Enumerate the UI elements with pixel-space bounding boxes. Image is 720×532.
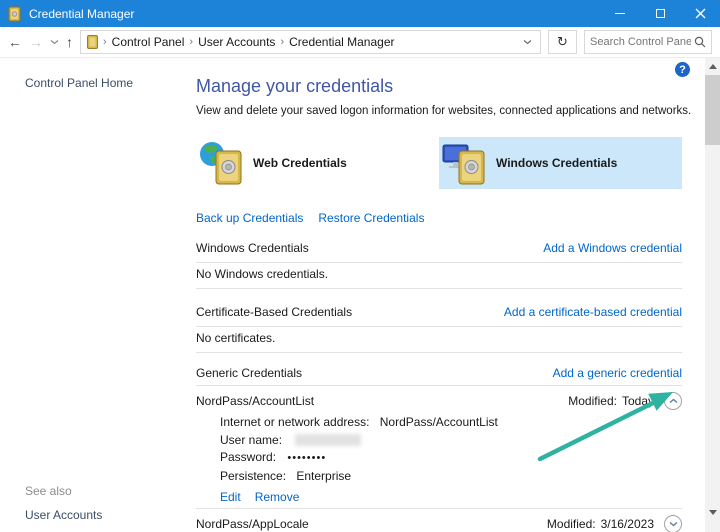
tile-label: Windows Credentials [496, 156, 617, 170]
section-title: Generic Credentials [196, 366, 302, 380]
tab-web-credentials[interactable]: Web Credentials [196, 137, 439, 189]
certificate-credentials-empty-text: No certificates. [196, 327, 682, 353]
credential-row-nordpass-accountlist[interactable]: NordPass/AccountList Modified: Today [196, 386, 682, 414]
credential-manager-window: Credential Manager ← → ↑ › [0, 0, 720, 532]
credential-name: NordPass/AppLocale [196, 517, 547, 531]
chevron-down-icon [523, 39, 532, 45]
maximize-button[interactable] [640, 0, 680, 27]
breadcrumb-item-user-accounts[interactable]: User Accounts [198, 35, 275, 49]
recent-locations-chevron-icon[interactable] [50, 39, 59, 45]
scrollbar-thumb[interactable] [705, 75, 720, 145]
credential-manager-icon [87, 35, 98, 49]
maximize-icon [656, 9, 665, 18]
main-content: Manage your credentials View and delete … [196, 58, 682, 532]
back-button[interactable]: ← [8, 35, 22, 49]
close-icon [695, 8, 706, 19]
modified-value: 3/16/2023 [601, 517, 654, 531]
scrollbar-down-button[interactable] [705, 505, 720, 520]
triangle-down-icon [709, 510, 717, 515]
section-title: Certificate-Based Credentials [196, 305, 352, 319]
breadcrumb-separator-icon: › [189, 36, 193, 48]
credential-row-nordpass-applocale[interactable]: NordPass/AppLocale Modified: 3/16/2023 [196, 509, 682, 532]
credential-modified: Modified: Today [568, 394, 654, 408]
add-generic-credential-link[interactable]: Add a generic credential [553, 366, 682, 380]
password-masked-value: •••••••• [287, 452, 326, 464]
page-description: View and delete your saved logon informa… [196, 104, 682, 119]
breadcrumb-separator-icon: › [280, 36, 284, 48]
close-button[interactable] [680, 0, 720, 27]
forward-button[interactable]: → [29, 35, 43, 49]
persistence-value: Enterprise [296, 469, 351, 483]
username-label: User name: [220, 433, 282, 447]
vertical-scrollbar[interactable] [705, 58, 720, 532]
breadcrumb[interactable]: › Control Panel › User Accounts › Creden… [80, 30, 541, 54]
search-input[interactable] [590, 36, 691, 48]
credential-type-tiles: Web Credentials [196, 137, 682, 189]
detail-password: Password: •••••••• [220, 449, 682, 468]
breadcrumb-separator-icon: › [103, 36, 107, 48]
see-also-heading: See also [25, 484, 102, 498]
chevron-down-icon [669, 521, 678, 527]
app-icon [8, 6, 21, 22]
page-body: Control Panel Home See also User Account… [0, 58, 720, 532]
password-label: Password: [220, 450, 276, 464]
address-label: Internet or network address: [220, 415, 369, 429]
modified-label: Modified: [547, 517, 596, 531]
credential-details: Internet or network address: NordPass/Ac… [196, 414, 682, 508]
window-title: Credential Manager [29, 7, 134, 21]
tab-windows-credentials[interactable]: Windows Credentials [439, 137, 682, 189]
search-icon [694, 36, 706, 48]
modified-label: Modified: [568, 394, 617, 408]
title-bar: Credential Manager [0, 0, 720, 27]
see-also-group: See also User Accounts [25, 484, 102, 522]
web-credentials-icon [198, 139, 244, 187]
minimize-icon [615, 13, 625, 14]
sidebar-item-control-panel-home[interactable]: Control Panel Home [25, 76, 133, 90]
edit-credential-link[interactable]: Edit [220, 490, 241, 504]
username-redacted-value [295, 434, 361, 446]
credential-detail-actions: Edit Remove [220, 490, 682, 504]
triangle-up-icon [709, 64, 717, 69]
detail-username: User name: [220, 432, 682, 450]
persistence-label: Persistence: [220, 469, 286, 483]
credential-actions: Back up Credentials Restore Credentials [196, 211, 682, 225]
up-button[interactable]: ↑ [66, 35, 73, 49]
section-certificate-credentials: Certificate-Based Credentials Add a cert… [196, 305, 682, 327]
restore-credentials-link[interactable]: Restore Credentials [318, 211, 424, 225]
credential-modified: Modified: 3/16/2023 [547, 517, 654, 531]
windows-credentials-empty-text: No Windows credentials. [196, 263, 682, 289]
page-title: Manage your credentials [196, 74, 682, 98]
refresh-button[interactable]: ↻ [548, 30, 577, 54]
modified-value: Today [622, 394, 654, 408]
expand-credential-button[interactable] [664, 515, 682, 532]
windows-credentials-icon [441, 139, 487, 187]
section-windows-credentials: Windows Credentials Add a Windows creden… [196, 241, 682, 263]
credential-name: NordPass/AccountList [196, 394, 568, 408]
add-certificate-credential-link[interactable]: Add a certificate-based credential [504, 305, 682, 319]
scrollbar-up-button[interactable] [705, 59, 720, 74]
sidebar-item-user-accounts[interactable]: User Accounts [25, 508, 102, 522]
detail-address: Internet or network address: NordPass/Ac… [220, 414, 682, 432]
window-controls [600, 0, 720, 27]
add-windows-credential-link[interactable]: Add a Windows credential [543, 241, 682, 255]
refresh-icon: ↻ [557, 34, 568, 50]
section-generic-credentials: Generic Credentials Add a generic creden… [196, 366, 682, 386]
breadcrumb-item-control-panel[interactable]: Control Panel [112, 35, 185, 49]
tile-label: Web Credentials [253, 156, 347, 170]
backup-credentials-link[interactable]: Back up Credentials [196, 211, 303, 225]
section-title: Windows Credentials [196, 241, 309, 255]
address-value: NordPass/AccountList [380, 415, 498, 429]
chevron-up-icon [669, 398, 678, 404]
detail-persistence: Persistence: Enterprise [220, 468, 682, 486]
remove-credential-link[interactable]: Remove [255, 490, 300, 504]
address-dropdown-button[interactable] [521, 39, 534, 45]
collapse-credential-button[interactable] [664, 392, 682, 410]
breadcrumb-item-credential-manager[interactable]: Credential Manager [289, 35, 394, 49]
search-box [584, 30, 712, 54]
minimize-button[interactable] [600, 0, 640, 27]
navigation-bar: ← → ↑ › Control Panel › User Accounts › … [0, 27, 720, 58]
